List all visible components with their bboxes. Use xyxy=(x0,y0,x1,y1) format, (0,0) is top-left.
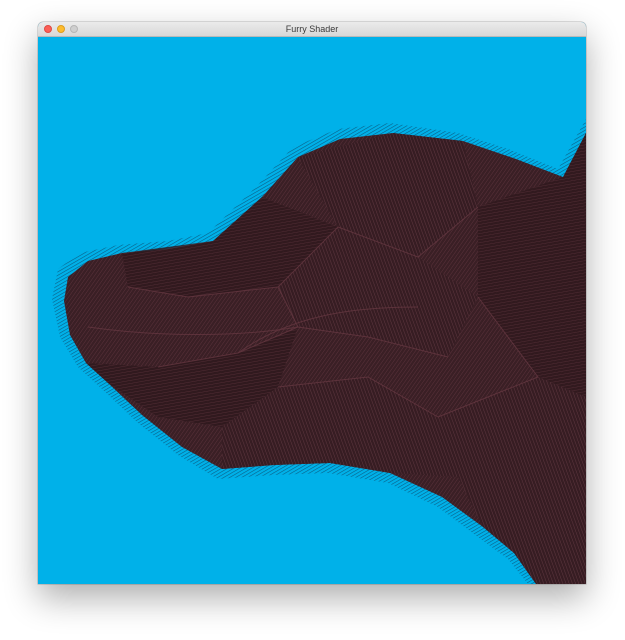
app-window: Furry Shader xyxy=(38,22,586,584)
furry-model-render xyxy=(52,119,586,584)
title-bar[interactable]: Furry Shader xyxy=(38,22,586,37)
window-title: Furry Shader xyxy=(285,24,339,34)
render-viewport[interactable] xyxy=(38,37,586,584)
